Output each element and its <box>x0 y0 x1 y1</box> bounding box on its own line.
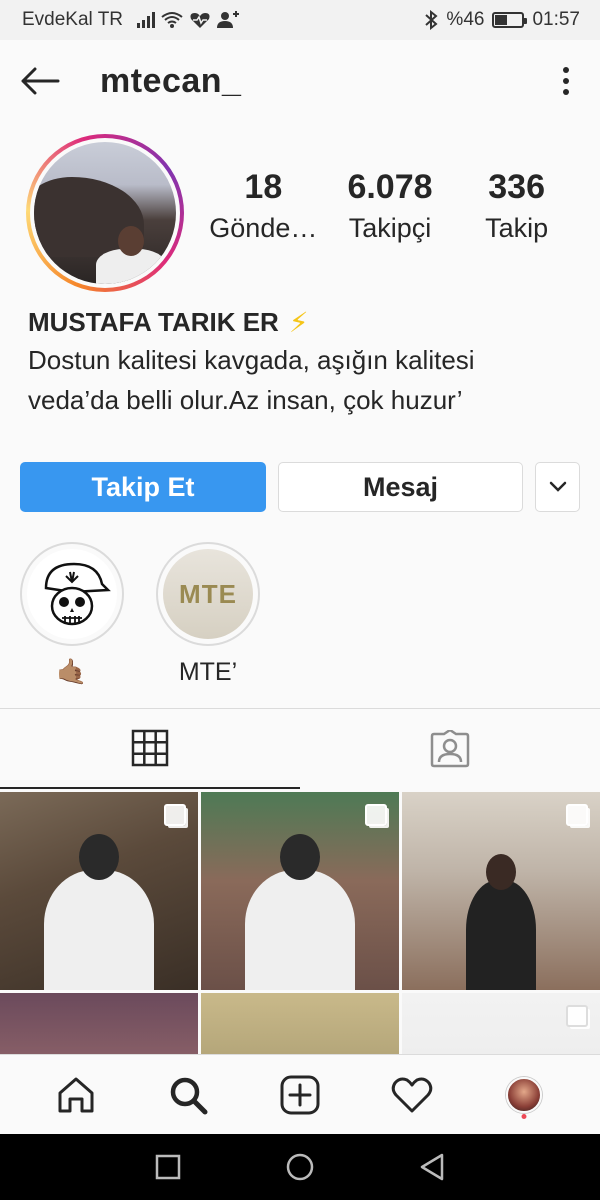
story-highlight[interactable]: MTE MTE’ <box>156 542 260 687</box>
nav-profile[interactable] <box>494 1065 554 1125</box>
add-post-icon <box>280 1075 320 1114</box>
square-icon <box>155 1154 181 1180</box>
chevron-down-icon <box>549 481 566 492</box>
message-button[interactable]: Mesaj <box>278 462 523 512</box>
profile-avatar-story-ring[interactable] <box>26 134 184 292</box>
post-thumbnail[interactable] <box>201 993 399 1054</box>
profile-header: mtecan_ <box>0 40 600 122</box>
tab-tagged[interactable] <box>300 709 600 789</box>
status-bar: EvdeKal TR %46 01:57 <box>0 0 600 40</box>
profile-tabs <box>0 709 600 789</box>
following-count: 336 <box>488 168 545 206</box>
highlight-label: MTE’ <box>178 658 238 686</box>
nav-add-post[interactable] <box>270 1065 330 1125</box>
back-system-button[interactable] <box>412 1147 452 1187</box>
search-icon <box>170 1077 208 1114</box>
wifi-icon <box>161 12 183 28</box>
carousel-icon <box>566 804 588 826</box>
action-buttons: Takip Et Mesaj <box>20 462 580 512</box>
bottom-navigation <box>0 1054 600 1134</box>
profile-stats: 18 Gönde… 6.078 Takipçi 336 Takip <box>200 168 580 244</box>
carousel-icon <box>164 804 186 826</box>
avatar <box>34 142 176 284</box>
suggestions-dropdown-button[interactable] <box>535 462 580 512</box>
carousel-icon <box>365 804 387 826</box>
bio-line-1: Dostun kalitesi kavgada, aşığın kalitesi <box>28 345 475 375</box>
mte-highlight-cover: MTE <box>163 549 253 639</box>
tab-grid[interactable] <box>0 709 300 789</box>
person-add-icon <box>217 11 240 28</box>
nav-search[interactable] <box>158 1065 218 1125</box>
bio: Dostun kalitesi kavgada, aşığın kalitesi… <box>28 340 588 420</box>
post-thumbnail[interactable] <box>0 792 198 990</box>
back-button[interactable] <box>20 61 60 101</box>
post-thumbnail[interactable] <box>0 993 198 1054</box>
carrier-label: EvdeKal TR <box>22 9 124 30</box>
recents-button[interactable] <box>148 1147 188 1187</box>
more-options-button[interactable] <box>552 61 580 101</box>
bio-line-2: veda’da belli olur.Az insan, çok huzur’ <box>28 385 463 415</box>
carousel-icon <box>566 1005 588 1027</box>
grid-icon <box>131 729 169 767</box>
heart-monitor-icon <box>190 13 210 28</box>
clock: 01:57 <box>532 9 580 30</box>
skull-cap-icon <box>44 562 111 626</box>
highlight-label: 🤙🏽 <box>56 658 88 686</box>
post-thumbnail[interactable] <box>402 993 600 1054</box>
username-title: mtecan_ <box>100 61 242 100</box>
followers-count: 6.078 <box>347 168 433 206</box>
follow-button[interactable]: Takip Et <box>20 462 266 512</box>
skull-highlight-cover <box>27 549 117 639</box>
following-label: Takip <box>485 213 549 243</box>
profile-avatar <box>506 1076 542 1113</box>
lightning-emoji: ⚡ <box>288 307 309 338</box>
post-thumbnail[interactable] <box>402 792 600 990</box>
post-thumbnail[interactable] <box>201 792 399 990</box>
heart-icon <box>391 1077 433 1112</box>
full-name: MUSTAFA TARIK ER ⚡ <box>28 306 309 339</box>
circle-icon <box>286 1153 314 1181</box>
home-button[interactable] <box>280 1147 320 1187</box>
posts-stat[interactable]: 18 Gönde… <box>203 168 323 244</box>
notification-dot <box>521 1113 527 1119</box>
system-navigation-bar <box>0 1134 600 1200</box>
posts-count: 18 <box>244 168 283 206</box>
followers-label: Takipçi <box>348 213 432 243</box>
tagged-person-icon <box>430 730 470 768</box>
following-stat[interactable]: 336 Takip <box>457 168 577 244</box>
nav-home[interactable] <box>46 1065 106 1125</box>
home-icon <box>58 1077 94 1112</box>
followers-stat[interactable]: 6.078 Takipçi <box>330 168 450 244</box>
signal-icon <box>137 12 156 28</box>
bluetooth-icon <box>425 10 438 30</box>
posts-grid <box>0 792 600 1054</box>
nav-activity[interactable] <box>382 1065 442 1125</box>
posts-label: Gönde… <box>209 213 318 243</box>
back-arrow-icon <box>21 67 60 95</box>
triangle-back-icon <box>420 1153 444 1181</box>
story-highlight[interactable]: 🤙🏽 <box>20 542 124 687</box>
full-name-text: MUSTAFA TARIK ER <box>28 307 279 337</box>
battery-percent: %46 <box>446 9 485 30</box>
battery-icon <box>492 12 528 28</box>
